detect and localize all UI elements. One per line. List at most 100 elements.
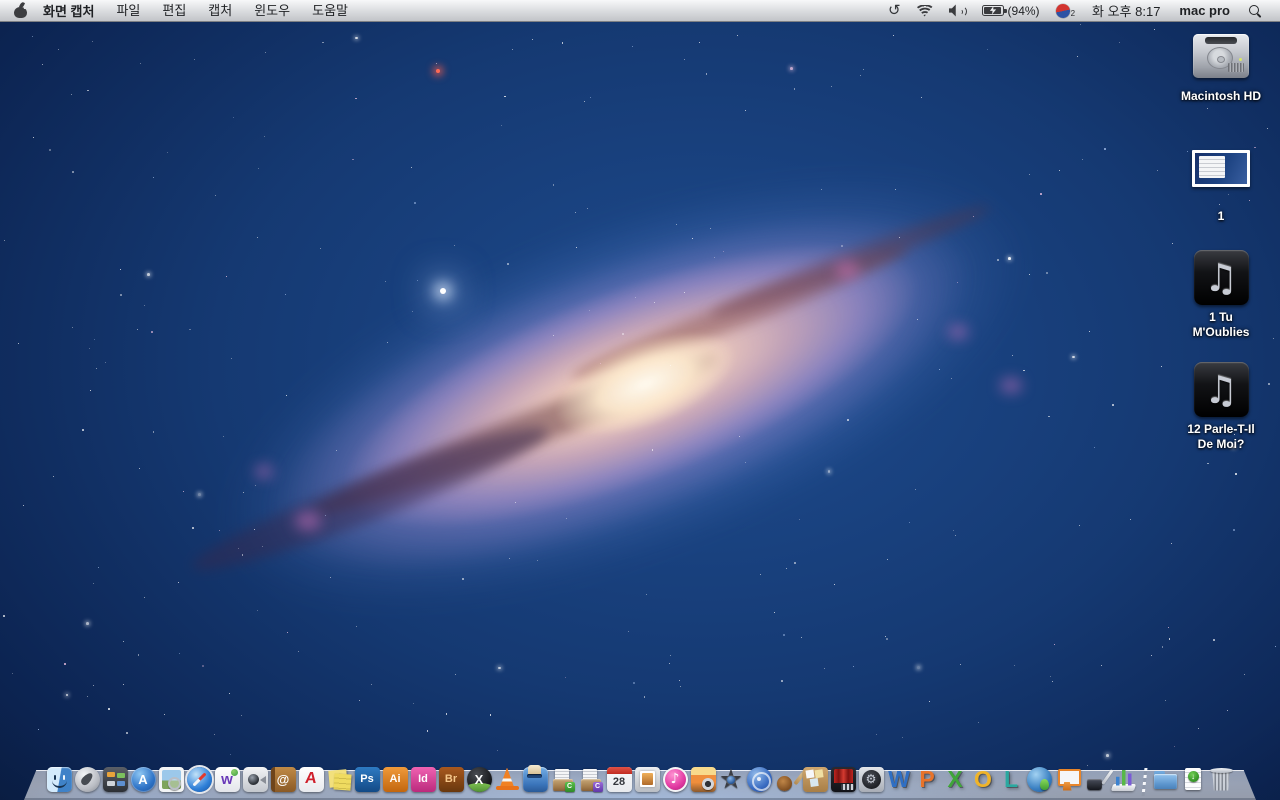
safari-compass-icon <box>186 766 212 792</box>
paper-crate-icon: C <box>579 767 604 792</box>
wifi-menu[interactable] <box>909 0 941 21</box>
dock-converter-crate-2[interactable]: C <box>578 766 604 792</box>
adobe-reader-icon: A <box>298 766 324 792</box>
dock-corkboard-app[interactable] <box>802 766 828 792</box>
fast-user-switching-menu[interactable]: mac pro <box>1169 0 1240 21</box>
trash-basket-icon <box>1209 767 1234 792</box>
dock-photoshop[interactable]: Ps <box>354 766 380 792</box>
wallpaper-andromeda-galaxy <box>0 0 1280 800</box>
app-store-icon: A <box>130 766 156 792</box>
dock-converter-crate-1[interactable]: C <box>550 766 576 792</box>
dock-mission-control[interactable] <box>102 766 128 792</box>
volume-menu[interactable] <box>941 0 974 21</box>
dock-vlc[interactable] <box>494 766 520 792</box>
toast-toaster-icon <box>522 764 548 792</box>
dock-finder[interactable] <box>46 766 72 792</box>
menu-file[interactable]: 파일 <box>105 0 151 21</box>
time-machine-menu[interactable]: ↺ <box>880 0 909 21</box>
apple-menu-icon[interactable] <box>14 3 27 18</box>
dock-stack-downloads[interactable]: ↓ <box>1180 766 1206 792</box>
dock-imovie[interactable]: ★ <box>718 766 744 793</box>
photo-booth-icon <box>634 766 660 792</box>
dock-numbers[interactable] <box>1110 766 1136 792</box>
gear-machine-icon: ⚙ <box>858 766 884 792</box>
blue-folder-icon <box>1153 767 1178 792</box>
dock-bridge[interactable]: Br <box>438 766 464 792</box>
dock-address-book[interactable]: @ <box>270 766 296 792</box>
dock-messenger[interactable] <box>1026 766 1052 792</box>
keynote-podium-icon <box>1055 767 1081 792</box>
dock-safari[interactable] <box>186 766 212 792</box>
korean-flag-icon <box>1054 2 1071 19</box>
menu-edit[interactable]: 편집 <box>151 0 197 21</box>
download-document-icon: ↓ <box>1181 767 1206 792</box>
dock-illustrator[interactable]: Ai <box>382 766 408 792</box>
wifi-icon <box>916 4 933 17</box>
dock-adobe-reader[interactable]: A <box>298 766 324 792</box>
dock-photo-booth[interactable] <box>634 766 660 792</box>
dock-launchpad[interactable] <box>74 766 100 792</box>
dock-trash[interactable] <box>1208 766 1234 792</box>
desktop-icon-label: 1 <box>1217 209 1225 223</box>
desktop-icon-screenshot-1[interactable]: 1 <box>1166 150 1276 224</box>
battery-percentage: (94%) <box>1007 3 1040 18</box>
dock-ms-outlook[interactable]: O <box>970 766 996 792</box>
dock-x-image-app[interactable]: X <box>466 766 492 792</box>
menu-help[interactable]: 도움말 <box>301 0 359 21</box>
dock-itunes[interactable]: ♪ <box>662 766 688 792</box>
dock: A w @ A Ps Ai Id Br X C C 28 ♪ ★ ⚙ W P X… <box>0 748 1280 800</box>
dock-preview[interactable] <box>158 766 184 792</box>
dock-ms-word[interactable]: W <box>886 766 912 792</box>
mission-control-icon <box>102 766 128 792</box>
menu-app-name[interactable]: 화면 캡처 <box>27 1 105 20</box>
paper-crate-icon: C <box>551 767 576 792</box>
dock-wedisk[interactable]: w <box>214 766 240 792</box>
vignette <box>0 0 1280 800</box>
time-machine-icon: ↺ <box>887 1 901 19</box>
powerpoint-p-icon: P <box>919 766 935 792</box>
dock-app-store[interactable]: A <box>130 766 156 792</box>
menu-window[interactable]: 윈도우 <box>243 0 301 21</box>
desktop-screen: 화면 캡처 파일 편집 캡처 윈도우 도움말 ↺ (94%) 2 화 오후 8:… <box>0 0 1280 800</box>
menu-bar: 화면 캡처 파일 편집 캡처 윈도우 도움말 ↺ (94%) 2 화 오후 8:… <box>0 0 1280 22</box>
dock-garageband[interactable] <box>774 766 800 792</box>
input-source-badge: 2 <box>1070 9 1076 18</box>
desktop-icon-audio-file-1[interactable]: ♫ 1 Tu M'Oublies <box>1166 250 1276 340</box>
vlc-cone-icon <box>495 767 520 792</box>
bridge-icon: Br <box>438 766 464 792</box>
corkboard-collage-icon <box>802 766 828 792</box>
desktop-icon-audio-file-2[interactable]: ♫ 12 Parle-T-Il De Moi? <box>1166 362 1276 452</box>
dock-indesign[interactable]: Id <box>410 766 436 792</box>
music-note-icon: ♫ <box>1193 250 1249 305</box>
address-book-icon: @ <box>270 766 296 792</box>
dock-idvd[interactable] <box>746 766 772 792</box>
dock-stack-documents-folder[interactable] <box>1152 766 1178 792</box>
clock-menu[interactable]: 화 오후 8:17 <box>1083 0 1169 21</box>
dock-ms-powerpoint[interactable]: P <box>914 766 940 792</box>
indesign-icon: Id <box>410 766 436 792</box>
dock-movie-theater-app[interactable] <box>830 766 856 792</box>
dock-gears-utility-app[interactable]: ⚙ <box>858 766 884 792</box>
lync-l-icon: L <box>1003 766 1019 792</box>
outlook-o-icon: O <box>974 766 992 792</box>
input-source-menu[interactable]: 2 <box>1048 0 1083 21</box>
dock-ms-excel[interactable]: X <box>942 766 968 792</box>
dock-ical[interactable]: 28 <box>606 766 632 792</box>
battery-menu[interactable]: (94%) <box>974 0 1048 21</box>
dock-separator <box>1138 762 1150 792</box>
dock-keynote[interactable] <box>1054 766 1081 792</box>
wedisk-icon: w <box>214 766 240 792</box>
iphoto-sunset-lens-icon <box>690 766 716 792</box>
photoshop-icon: Ps <box>354 766 380 792</box>
spotlight-menu[interactable] <box>1240 0 1270 21</box>
dock-ms-lync[interactable]: L <box>998 766 1024 792</box>
desktop-icon-macintosh-hd[interactable]: Macintosh HD <box>1166 28 1276 104</box>
hard-drive-icon <box>1191 28 1251 84</box>
menu-capture[interactable]: 캡처 <box>197 0 243 21</box>
garageband-guitar-icon <box>775 767 800 792</box>
dock-pages[interactable] <box>1082 766 1108 792</box>
dock-stickies[interactable] <box>326 766 352 792</box>
dock-iphoto[interactable] <box>690 766 716 792</box>
dock-toast[interactable] <box>522 764 548 792</box>
dock-facetime[interactable] <box>242 766 268 792</box>
